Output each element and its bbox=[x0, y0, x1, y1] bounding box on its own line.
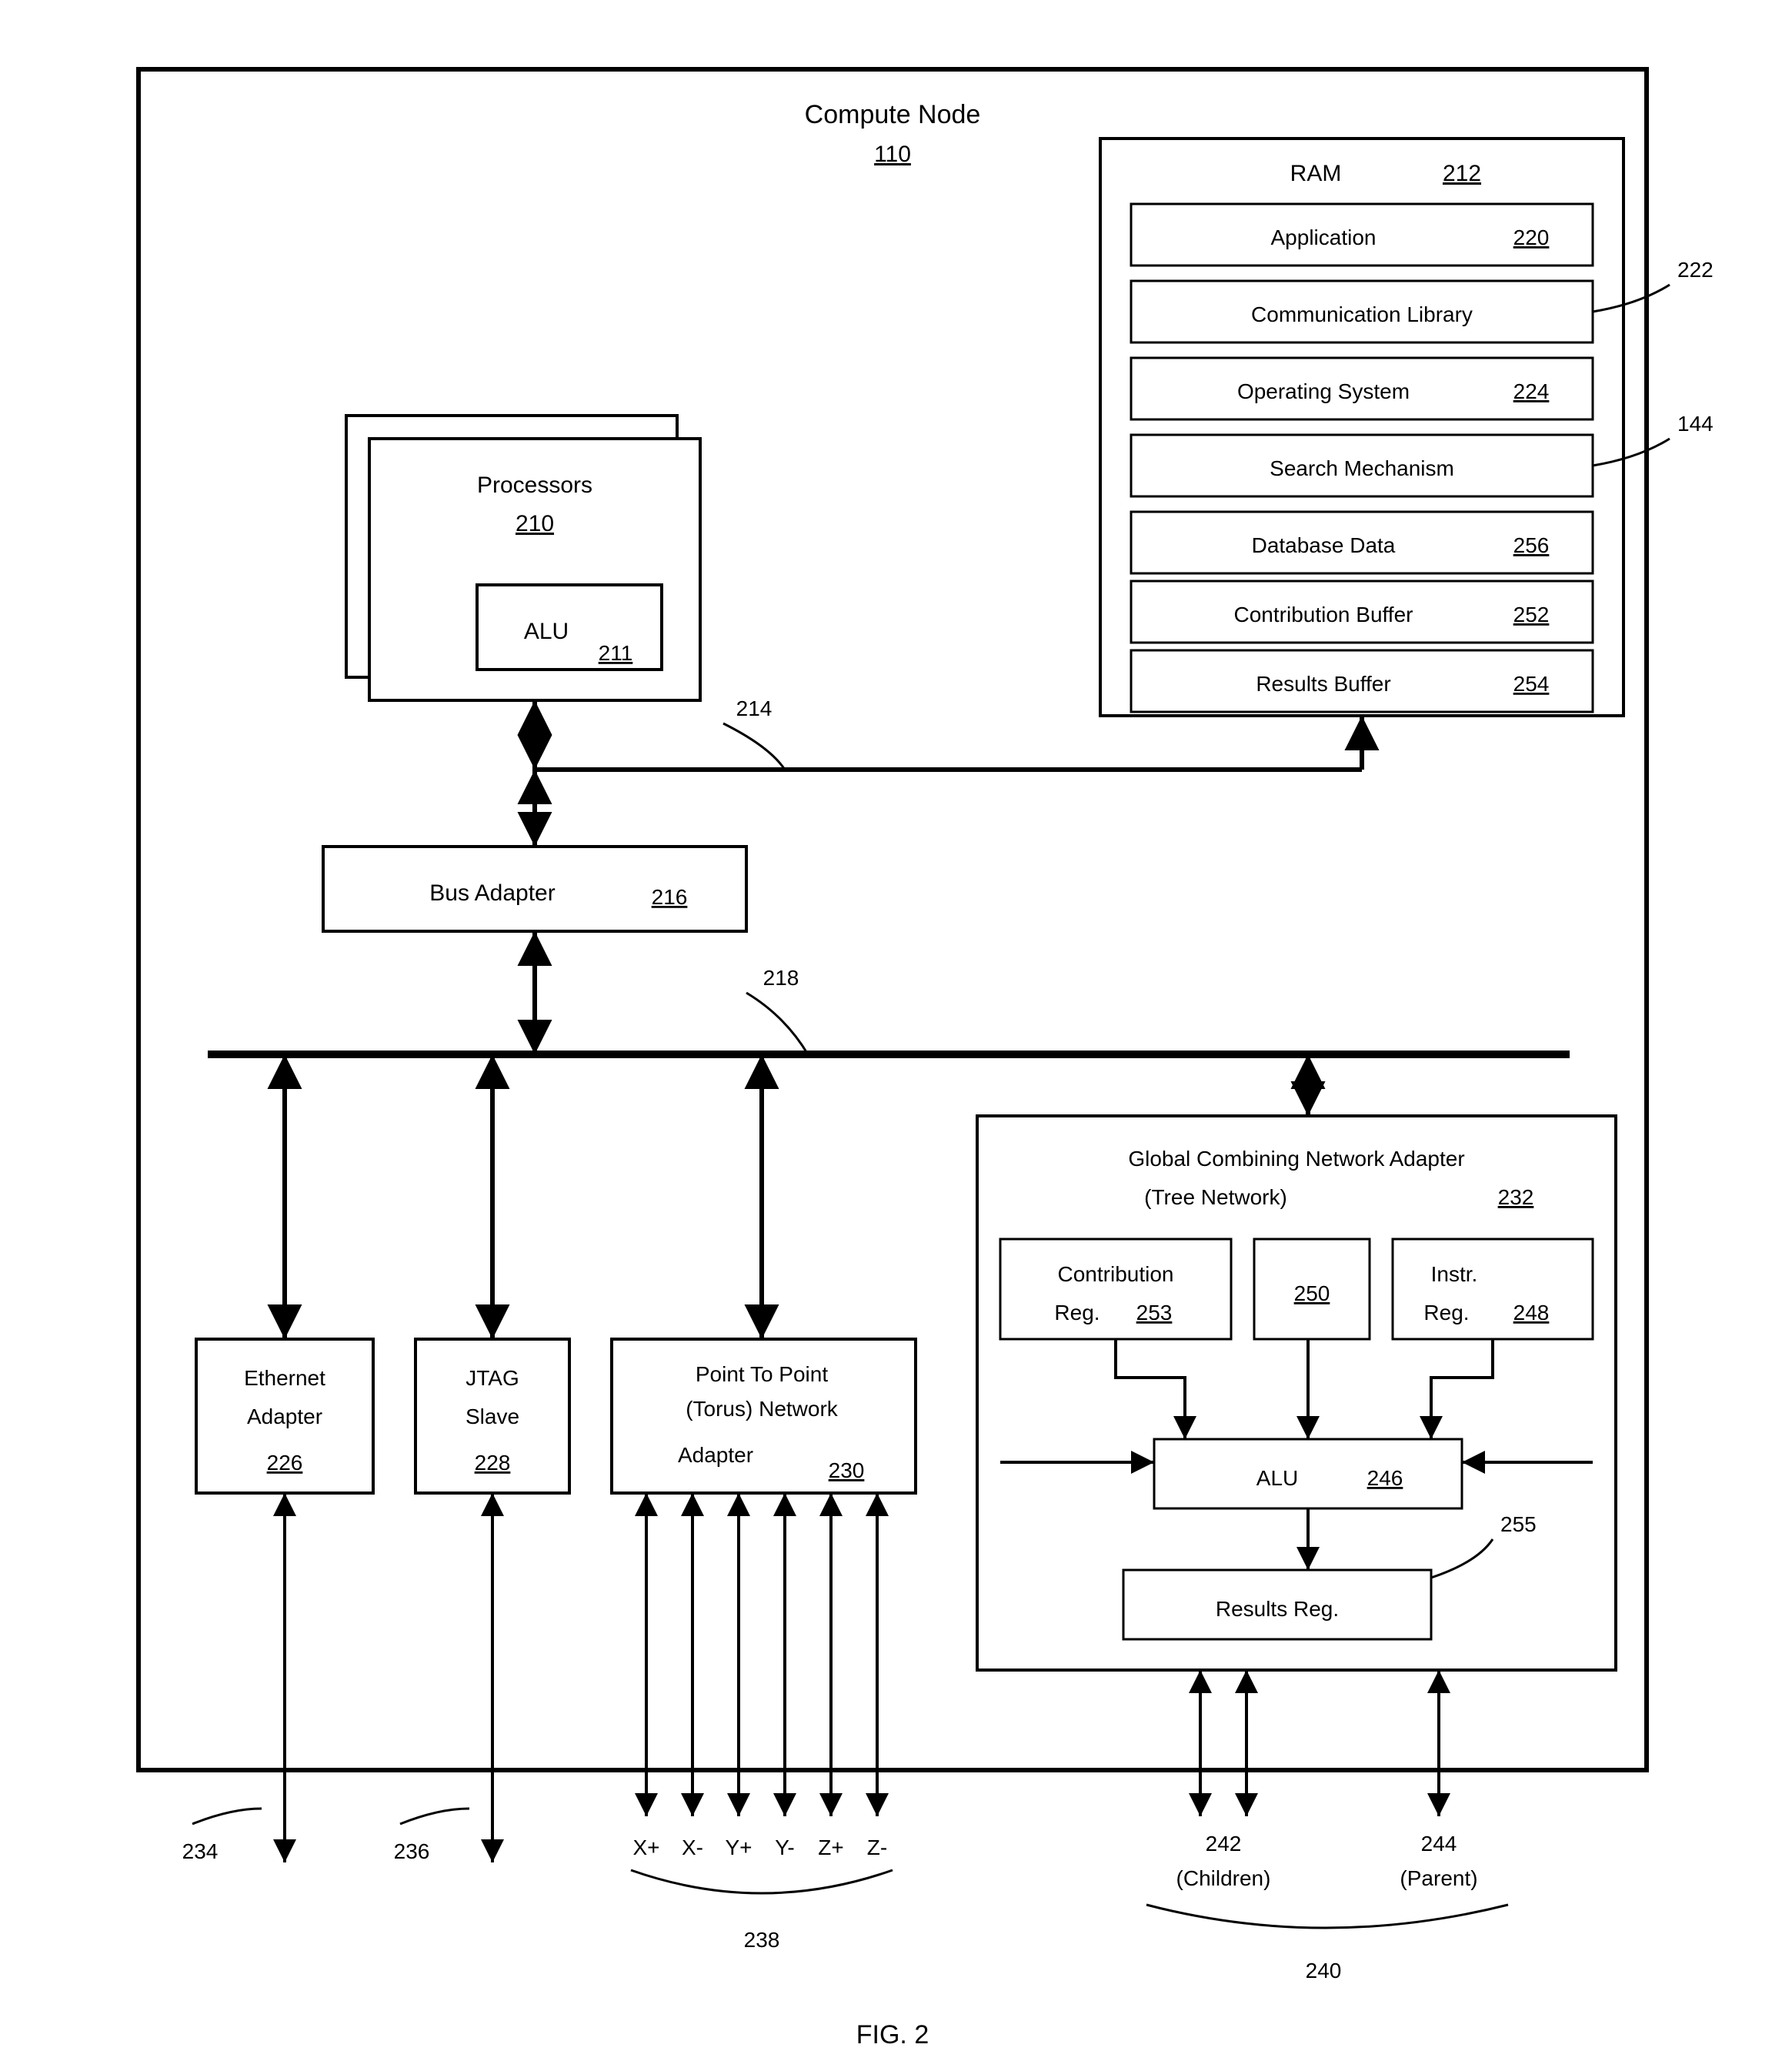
jtag-io-ref: 236 bbox=[394, 1839, 430, 1863]
ram-app-ref: 220 bbox=[1513, 225, 1550, 249]
ram-contrib-label: Contribution Buffer bbox=[1234, 603, 1413, 626]
ram-block: RAM 212 Application 220 Communication Li… bbox=[1100, 139, 1714, 716]
tree-ref: 240 bbox=[1306, 1959, 1342, 1983]
results-reg-label: Results Reg. bbox=[1216, 1597, 1339, 1621]
alu-label: ALU bbox=[524, 619, 569, 644]
gcn-label1: Global Combining Network Adapter bbox=[1128, 1147, 1464, 1171]
children-ref: 242 bbox=[1206, 1832, 1242, 1856]
ram-os-label: Operating System bbox=[1237, 379, 1410, 403]
processors-ref: 210 bbox=[516, 511, 554, 536]
eth-io-ref: 234 bbox=[182, 1839, 219, 1863]
gcn-block: Global Combining Network Adapter (Tree N… bbox=[800, 1116, 1616, 1670]
ram-search-label: Search Mechanism bbox=[1270, 456, 1454, 480]
torus-xm: X- bbox=[682, 1836, 703, 1859]
contrib-reg-label2: Reg. bbox=[1054, 1301, 1100, 1324]
figure-label: FIG. 2 bbox=[856, 2020, 929, 2049]
eth-ref: 226 bbox=[267, 1451, 303, 1475]
instr-reg-label1: Instr. bbox=[1431, 1262, 1478, 1286]
bus-adapter-label: Bus Adapter bbox=[429, 880, 555, 906]
jtag-label1: JTAG bbox=[466, 1366, 519, 1390]
torus-zm: Z- bbox=[867, 1836, 887, 1859]
parent-ref: 244 bbox=[1421, 1832, 1457, 1856]
eth-label2: Adapter bbox=[247, 1405, 322, 1428]
torus-ym: Y- bbox=[775, 1836, 794, 1859]
ram-label: RAM bbox=[1290, 161, 1342, 186]
ram-ref: 212 bbox=[1443, 161, 1481, 186]
title: Compute Node bbox=[805, 100, 981, 129]
processors-block: Processors 210 ALU 211 bbox=[346, 416, 700, 700]
gcn-ref: 232 bbox=[1498, 1185, 1534, 1209]
ram-db-label: Database Data bbox=[1252, 533, 1396, 557]
exp-bus-ref: 218 bbox=[763, 966, 799, 990]
jtag-ref: 228 bbox=[475, 1451, 511, 1475]
title-ref: 110 bbox=[874, 142, 911, 167]
gcn-alu-ref: 246 bbox=[1367, 1466, 1403, 1490]
instr-reg-label2: Reg. bbox=[1423, 1301, 1469, 1324]
p2p-label1: Point To Point bbox=[696, 1362, 828, 1386]
children-label: (Children) bbox=[1176, 1866, 1271, 1890]
contrib-reg-label1: Contribution bbox=[1058, 1262, 1174, 1286]
p2p-ref: 230 bbox=[829, 1458, 865, 1482]
ram-contrib-ref: 252 bbox=[1513, 603, 1550, 626]
ram-comm-label: Communication Library bbox=[1251, 302, 1473, 326]
parent-label: (Parent) bbox=[1400, 1866, 1477, 1890]
ram-search-lead: 144 bbox=[1677, 412, 1714, 436]
torus-yp: Y+ bbox=[725, 1836, 752, 1859]
ram-comm-lead: 222 bbox=[1677, 258, 1714, 282]
results-reg-lead: 255 bbox=[1500, 1512, 1537, 1536]
front-bus-ref: 214 bbox=[736, 696, 773, 720]
torus-ref: 238 bbox=[744, 1928, 780, 1952]
torus-zp: Z+ bbox=[818, 1836, 843, 1859]
ram-os-ref: 224 bbox=[1513, 379, 1550, 403]
p2p-label3: Adapter bbox=[678, 1443, 753, 1467]
ram-db-ref: 256 bbox=[1513, 533, 1550, 557]
p2p-label2: (Torus) Network bbox=[686, 1397, 839, 1421]
instr-reg-ref: 248 bbox=[1513, 1301, 1550, 1324]
gcn-alu-label: ALU bbox=[1256, 1466, 1298, 1490]
ram-results-label: Results Buffer bbox=[1256, 672, 1390, 696]
ram-app-label: Application bbox=[1271, 225, 1377, 249]
alu-ref: 211 bbox=[599, 641, 633, 665]
processors-label: Processors bbox=[477, 473, 592, 498]
gcn-center-ref: 250 bbox=[1294, 1281, 1330, 1305]
ram-results-ref: 254 bbox=[1513, 672, 1550, 696]
gcn-label2: (Tree Network) bbox=[1144, 1185, 1287, 1209]
bus-adapter-ref: 216 bbox=[652, 885, 688, 909]
contrib-reg-ref: 253 bbox=[1136, 1301, 1173, 1324]
torus-xp: X+ bbox=[632, 1836, 659, 1859]
jtag-label2: Slave bbox=[466, 1405, 519, 1428]
eth-label1: Ethernet bbox=[244, 1366, 325, 1390]
